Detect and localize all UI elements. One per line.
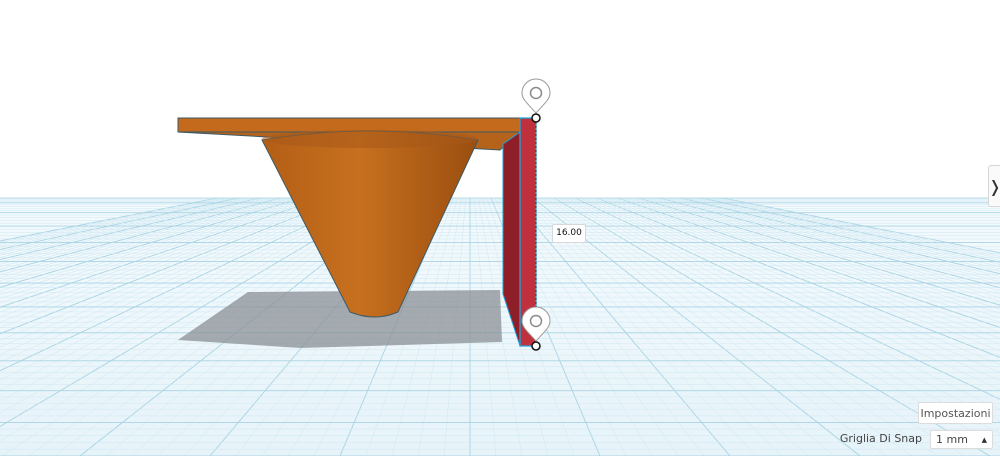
viewport-sky <box>0 0 1000 200</box>
dimension-value-label[interactable]: 16.00 <box>552 224 586 243</box>
snap-grid-label: Griglia Di Snap <box>839 432 922 445</box>
side-panel-toggle[interactable]: ❭ <box>988 165 1000 207</box>
scene-canvas[interactable] <box>0 0 1000 456</box>
snap-grid-value: 1 mm <box>936 433 968 446</box>
bottom-resize-handle[interactable] <box>531 341 541 351</box>
top-resize-handle[interactable] <box>531 113 541 123</box>
caret-up-icon: ▲ <box>981 435 987 444</box>
3d-viewport[interactable]: 16.00 <box>0 0 1000 456</box>
chevron-right-icon: ❭ <box>988 177 1000 196</box>
snap-grid-select[interactable]: 1 mm ▲ <box>930 430 993 449</box>
settings-button[interactable]: Impostazioni <box>918 402 993 424</box>
